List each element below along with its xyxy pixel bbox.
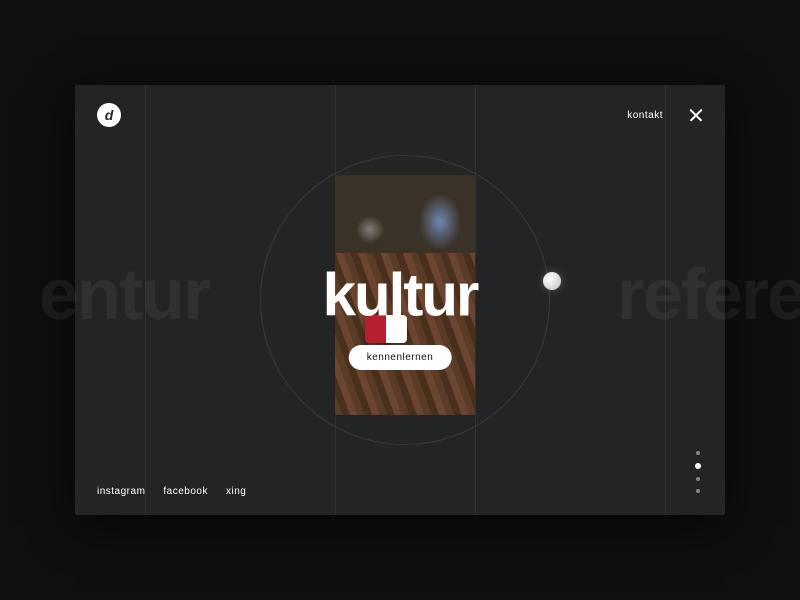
hero-title: kultur bbox=[75, 261, 725, 330]
progress-dot[interactable] bbox=[696, 489, 700, 493]
ring-handle[interactable] bbox=[543, 272, 561, 290]
social-instagram[interactable]: instagram bbox=[97, 486, 145, 497]
hero-stage: entur refere kultur kennenlernen bbox=[75, 85, 725, 515]
social-links: instagram facebook xing bbox=[97, 486, 246, 497]
progress-dots bbox=[695, 451, 701, 493]
social-facebook[interactable]: facebook bbox=[163, 486, 208, 497]
cta-button[interactable]: kennenlernen bbox=[349, 345, 452, 370]
progress-dot[interactable] bbox=[696, 477, 700, 481]
progress-dot-active[interactable] bbox=[695, 463, 701, 469]
main-panel: d kontakt entur refere kultur kennenlern… bbox=[75, 85, 725, 515]
progress-dot[interactable] bbox=[696, 451, 700, 455]
social-xing[interactable]: xing bbox=[226, 486, 246, 497]
